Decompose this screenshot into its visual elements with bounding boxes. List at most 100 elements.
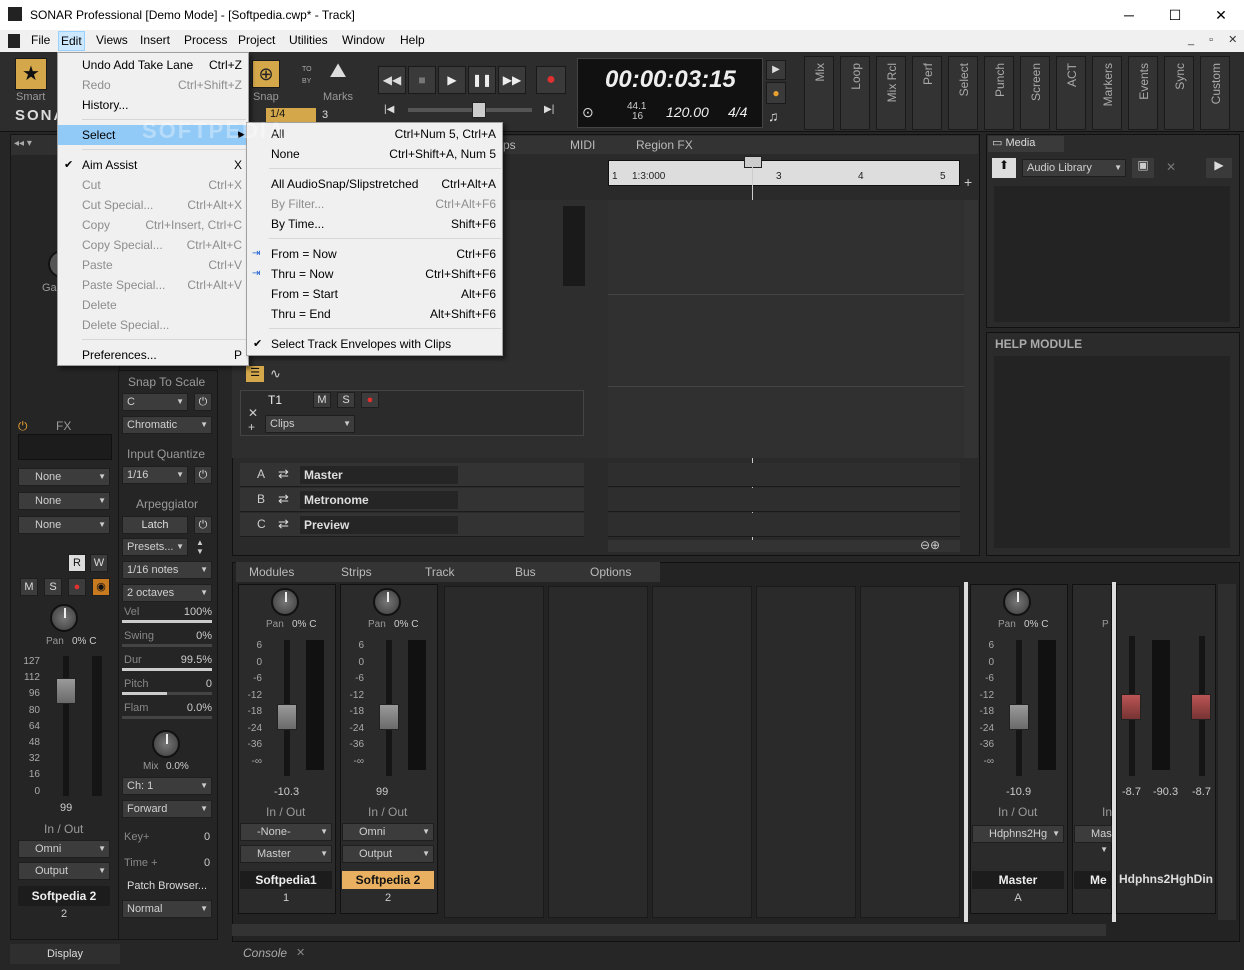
console-vscroll[interactable] <box>1218 584 1236 920</box>
channel-dropdown[interactable]: Ch: 1 <box>122 777 212 795</box>
strip-name[interactable]: Master <box>972 871 1064 889</box>
param-vel-value[interactable]: 100% <box>170 606 212 618</box>
bus-name[interactable]: Master <box>300 466 458 484</box>
snap-button[interactable]: ⊕ <box>252 60 280 88</box>
select-menu-item-from-start[interactable]: From = Start Alt+F6 <box>247 284 502 304</box>
menu-utilities[interactable]: Utilities <box>286 33 331 47</box>
position-thumb[interactable] <box>472 102 486 118</box>
edit-menu-item-cut-special[interactable]: Cut Special... Ctrl+Alt+X <box>58 195 248 215</box>
input-dropdown[interactable]: Omni <box>342 823 434 841</box>
go-to-end-icon[interactable]: ▶| <box>544 104 554 115</box>
edit-menu-item-undo-add-take-lane[interactable]: Undo Add Take Lane Ctrl+Z <box>58 55 248 75</box>
param-pitch-value[interactable]: 0 <box>170 678 212 690</box>
media-close-icon[interactable]: ✕ <box>1166 160 1176 174</box>
quantize-power-button[interactable]: ⏻ <box>194 466 212 484</box>
param-pitch-bar[interactable] <box>122 692 212 695</box>
fast-forward-button[interactable]: ▶▶ <box>498 66 526 94</box>
key-dropdown[interactable]: C <box>122 393 188 411</box>
track-record-button[interactable]: ● <box>361 392 379 408</box>
param-vel-bar[interactable] <box>122 620 212 623</box>
record-button[interactable]: ● <box>536 66 566 94</box>
module-mix-rcl-button[interactable]: Mix Rcl <box>876 56 906 130</box>
media-save-icon[interactable]: ▣ <box>1132 158 1154 178</box>
media-up-button[interactable]: ⬆ <box>992 158 1016 178</box>
bus-lane[interactable] <box>608 488 960 512</box>
param-flam-value[interactable]: 0.0% <box>170 702 212 714</box>
output-dropdown[interactable]: Output <box>342 845 434 863</box>
close-button[interactable]: ✕ <box>1198 0 1244 30</box>
go-to-start-icon[interactable]: |◀ <box>384 104 394 115</box>
menu-project[interactable]: Project <box>235 33 278 47</box>
bus-name[interactable]: Preview <box>300 516 458 534</box>
select-menu-item-none[interactable]: None Ctrl+Shift+A, Num 5 <box>247 144 502 164</box>
latch-button[interactable]: Latch <box>122 516 188 534</box>
key-plus-value[interactable]: 0 <box>204 831 210 843</box>
smart-tool-button[interactable]: ★ <box>15 58 47 90</box>
input-dropdown[interactable]: -None- <box>240 823 332 841</box>
strip-name[interactable]: Softpedia 2 <box>342 871 434 889</box>
output-dropdown[interactable]: Master <box>240 845 332 863</box>
select-menu-item-thru-end[interactable]: Thru = End Alt+Shift+F6 <box>247 304 502 324</box>
edit-menu-item-redo[interactable]: Redo Ctrl+Shift+Z <box>58 75 248 95</box>
quantize-dropdown[interactable]: 1/16 <box>122 466 188 484</box>
fx-bin[interactable] <box>18 434 112 460</box>
pan-knob[interactable] <box>373 588 401 616</box>
module-perf-button[interactable]: Perf <box>912 56 942 130</box>
metronome-icon[interactable]: ⊙ <box>582 104 594 121</box>
metronome-toggle-icon[interactable]: ♫ <box>768 108 779 124</box>
select-menu-item-all-audiosnap-slipstretched[interactable]: All AudioSnap/Slipstretched Ctrl+Alt+A <box>247 174 502 194</box>
fader-cap[interactable] <box>1009 704 1029 730</box>
presets-spin[interactable]: ▲ ▼ <box>196 538 204 556</box>
track-fader-cap[interactable] <box>56 678 76 704</box>
menu-views[interactable]: Views <box>93 33 131 47</box>
tempo-value[interactable]: 120.00 <box>666 104 709 120</box>
audio-library-dropdown[interactable]: Audio Library <box>1022 159 1126 177</box>
console-close-icon[interactable]: ✕ <box>296 946 305 959</box>
edit-menu-item-paste-special[interactable]: Paste Special... Ctrl+Alt+V <box>58 275 248 295</box>
module-select-button[interactable]: Select <box>948 56 978 130</box>
module-act-button[interactable]: ACT <box>1056 56 1086 130</box>
menu-file[interactable]: File <box>28 33 53 47</box>
track-close-icon[interactable]: ✕ <box>248 406 258 420</box>
play-button[interactable]: ▶ <box>438 66 466 94</box>
pan-knob[interactable] <box>50 604 78 632</box>
edit-menu-item-history[interactable]: History... <box>58 95 248 115</box>
clips-dropdown[interactable]: Clips <box>265 415 355 433</box>
edit-menu-item-preferences[interactable]: Preferences... P <box>58 345 248 365</box>
presets-dropdown[interactable]: Presets... <box>122 538 188 556</box>
track-name-label[interactable]: Softpedia 2 <box>18 886 110 906</box>
display-tab[interactable]: Display <box>10 944 120 964</box>
snap-scale-power-button[interactable]: ⏻ <box>194 393 212 411</box>
automation-icon[interactable]: ∿ <box>270 366 281 382</box>
input-dropdown[interactable]: Omni <box>18 840 110 858</box>
menu-edit[interactable]: Edit <box>58 31 85 51</box>
console-tab-bus[interactable]: Bus <box>515 565 536 579</box>
select-menu-item-by-filter[interactable]: By Filter... Ctrl+Alt+F6 <box>247 194 502 214</box>
select-menu-item-by-time[interactable]: By Time... Shift+F6 <box>247 214 502 234</box>
module-events-button[interactable]: Events <box>1128 56 1158 130</box>
select-menu-item-thru-now[interactable]: Thru = Now Ctrl+Shift+F6 ⇥ <box>247 264 502 284</box>
time-plus-value[interactable]: 0 <box>204 857 210 869</box>
write-button[interactable]: W <box>90 554 108 572</box>
input-echo-icon[interactable]: ◉ <box>92 578 110 596</box>
minimize-button[interactable]: ─ <box>1106 0 1152 30</box>
hw-fader-cap-right[interactable] <box>1191 694 1211 720</box>
hw-strip-name[interactable]: Hdphns2HghDin <box>1118 872 1214 886</box>
bus-lane[interactable] <box>608 463 960 487</box>
normal-dropdown[interactable]: Normal <box>122 900 212 918</box>
module-punch-button[interactable]: Punch <box>984 56 1014 130</box>
param-flam-bar[interactable] <box>122 716 212 719</box>
none-dropdown-3[interactable]: None <box>18 516 110 534</box>
output-dropdown[interactable]: Hdphns2Hg <box>972 825 1064 843</box>
module-mix-button[interactable]: Mix <box>804 56 834 130</box>
media-tab[interactable]: ▭ Media <box>988 136 1064 152</box>
pan-knob[interactable] <box>1003 588 1031 616</box>
arp-power-button[interactable]: ⏻ <box>194 516 212 534</box>
track-solo-button[interactable]: S <box>337 392 355 408</box>
param-dur-bar[interactable] <box>122 668 212 671</box>
edit-menu-item-delete[interactable]: Delete <box>58 295 248 315</box>
module-loop-button[interactable]: Loop <box>840 56 870 130</box>
fx-power-icon[interactable]: ⏻ <box>18 419 28 434</box>
envelope-tool-icon[interactable]: ☰ <box>246 366 264 382</box>
zoom-icons[interactable]: ⊖⊕ <box>920 538 940 552</box>
